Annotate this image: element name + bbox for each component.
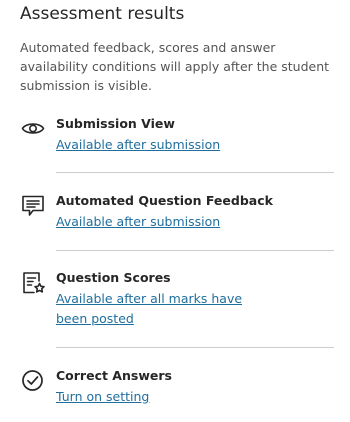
- correct-answers-setting-link[interactable]: Turn on setting: [56, 387, 149, 407]
- check-circle-icon: [20, 368, 46, 394]
- submission-view-setting-link[interactable]: Available after submission: [56, 135, 220, 155]
- setting-title: Question Scores: [56, 270, 171, 285]
- section-heading: Assessment results: [20, 4, 185, 24]
- feedback-message-icon: [20, 193, 46, 219]
- section-description: Automated feedback, scores and answer av…: [20, 40, 330, 93]
- question-scores-setting-link[interactable]: Available after all marks have been post…: [56, 289, 276, 329]
- divider: [56, 250, 334, 251]
- setting-title: Correct Answers: [56, 368, 172, 383]
- divider: [56, 347, 334, 348]
- automated-feedback-setting-link[interactable]: Available after submission: [56, 212, 220, 232]
- divider: [56, 172, 334, 173]
- eye-icon: [20, 116, 46, 142]
- setting-title: Automated Question Feedback: [56, 193, 273, 208]
- setting-title: Submission View: [56, 116, 175, 131]
- scores-document-star-icon: [20, 270, 46, 296]
